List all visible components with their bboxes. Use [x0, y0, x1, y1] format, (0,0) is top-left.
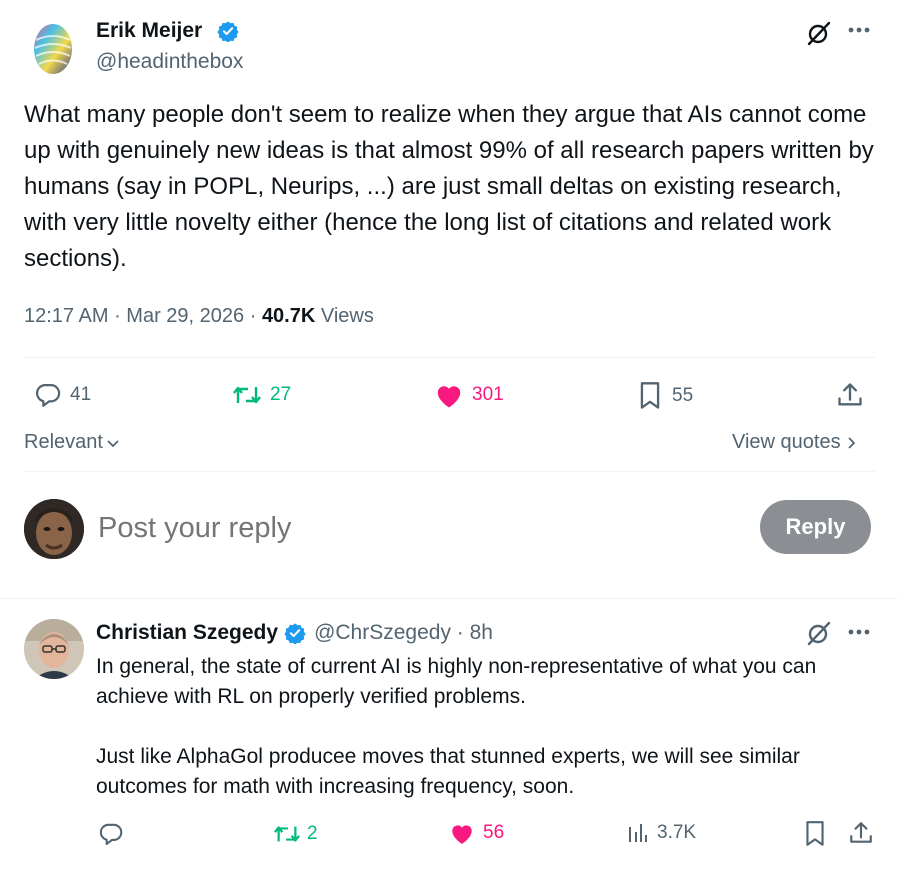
like-action[interactable]: 56	[449, 821, 504, 845]
section-divider	[0, 598, 898, 599]
reply-icon	[34, 381, 62, 409]
chevron-right-icon	[847, 435, 857, 451]
verified-badge-icon	[284, 622, 306, 644]
divider	[24, 471, 875, 472]
reply-time[interactable]: 8h	[470, 621, 493, 645]
verified-badge-icon	[217, 20, 239, 42]
reply-text: In general, the state of current AI is h…	[96, 655, 817, 798]
share-icon[interactable]	[848, 820, 874, 846]
reply-author-name[interactable]: Christian Szegedy	[96, 621, 278, 645]
view-quotes-link[interactable]: View quotes	[732, 431, 857, 454]
divider	[24, 357, 875, 358]
repost-icon	[273, 821, 301, 847]
bookmark-count: 55	[672, 385, 694, 406]
tweet-meta: 12:17 AM · Mar 29, 2026 · 40.7K Views	[24, 305, 374, 328]
views-count[interactable]: 40.7K	[262, 305, 315, 327]
tweet-text: What many people don't seem to realize w…	[24, 101, 881, 272]
author-avatar[interactable]	[24, 18, 82, 76]
grok-icon[interactable]	[806, 620, 832, 646]
reply-icon[interactable]	[98, 821, 124, 847]
like-count: 301	[472, 384, 504, 405]
views-action[interactable]: 3.7K	[627, 821, 696, 845]
reply-count: 41	[70, 384, 92, 405]
reply-action[interactable]: 41	[34, 381, 91, 409]
reply-header: Christian Szegedy @ChrSzegedy · 8h	[96, 621, 493, 645]
repost-count: 2	[307, 823, 318, 844]
bookmark-icon	[638, 381, 662, 411]
reply-input[interactable]	[98, 506, 738, 550]
meta-separator: ·	[114, 305, 127, 327]
views-label: Views	[320, 305, 374, 327]
repost-icon	[232, 381, 262, 409]
reply-author-avatar[interactable]	[24, 619, 84, 679]
meta-separator: ·	[450, 621, 470, 644]
chevron-down-icon	[105, 435, 121, 451]
like-action[interactable]: 301	[434, 381, 504, 409]
heart-filled-icon	[434, 381, 464, 409]
like-count: 56	[483, 822, 505, 843]
views-count: 3.7K	[657, 822, 697, 843]
meta-separator: ·	[249, 305, 262, 327]
bookmark-action[interactable]: 55	[638, 381, 693, 411]
repost-count: 27	[270, 384, 292, 405]
view-quotes-label: View quotes	[732, 431, 841, 453]
reply-button[interactable]: Reply	[760, 500, 871, 554]
sort-label: Relevant	[24, 431, 103, 453]
sort-dropdown[interactable]: Relevant	[24, 431, 121, 454]
bookmark-icon[interactable]	[804, 820, 826, 848]
repost-action[interactable]: 27	[232, 381, 291, 409]
more-options-icon[interactable]	[847, 26, 871, 34]
tweet-date[interactable]: Mar 29, 2026	[126, 305, 244, 327]
grok-icon[interactable]	[806, 20, 832, 46]
author-name[interactable]: Erik Meijer	[96, 19, 202, 43]
share-icon[interactable]	[836, 381, 864, 409]
more-options-icon[interactable]	[847, 628, 871, 636]
analytics-icon	[627, 821, 649, 845]
author-handle[interactable]: @headinthebox	[96, 50, 243, 74]
current-user-avatar[interactable]	[24, 499, 84, 559]
heart-filled-icon	[449, 821, 475, 845]
repost-action[interactable]: 2	[273, 821, 318, 847]
tweet-time[interactable]: 12:17 AM	[24, 305, 109, 327]
reply-author-handle[interactable]: @ChrSzegedy	[314, 621, 451, 645]
